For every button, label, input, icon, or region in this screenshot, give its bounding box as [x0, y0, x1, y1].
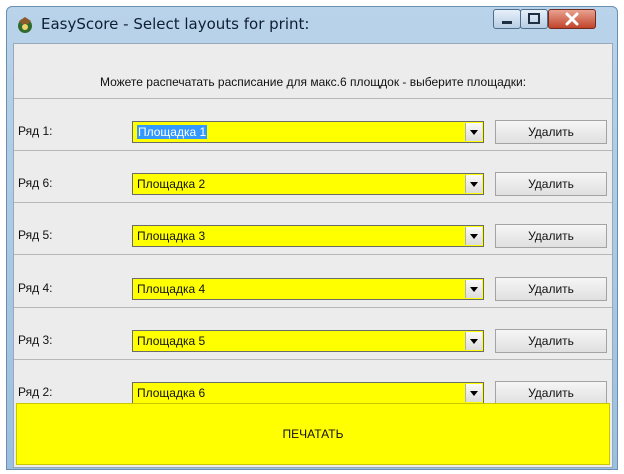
- easyscore-app-icon: [15, 15, 35, 35]
- row-6-delete-button[interactable]: Удалить: [495, 381, 607, 405]
- maximize-icon: [528, 13, 540, 24]
- divider: [14, 307, 612, 308]
- chevron-down-icon[interactable]: [465, 123, 482, 141]
- dialog-body: Можете распечатать расписание для макс.6…: [13, 43, 613, 468]
- divider: [14, 202, 612, 203]
- dialog-window: EasyScore - Select layouts for print: Мо…: [6, 6, 618, 470]
- row-label: Ряд 5:: [18, 228, 53, 242]
- title-bar[interactable]: EasyScore - Select layouts for print:: [7, 7, 617, 43]
- chevron-down-icon[interactable]: [465, 175, 482, 193]
- row-5-delete-button[interactable]: Удалить: [495, 329, 607, 353]
- window-title: EasyScore - Select layouts for print:: [41, 15, 310, 33]
- divider: [14, 98, 612, 99]
- minimize-button[interactable]: [493, 9, 521, 29]
- row-label: Ряд 2:: [18, 385, 53, 399]
- row-2-court-select[interactable]: Площадка 2: [132, 173, 484, 195]
- minimize-icon: [502, 21, 512, 24]
- chevron-down-icon[interactable]: [465, 384, 482, 402]
- row-label: Ряд 1:: [18, 124, 53, 138]
- row-1-court-select[interactable]: Площадка 1: [132, 121, 484, 143]
- row-4-court-select[interactable]: Площадка 4: [132, 278, 484, 300]
- row-6-court-value: Площадка 6: [137, 386, 206, 400]
- instruction-text: Можете распечатать расписание для макс.6…: [99, 75, 527, 89]
- row-3-court-select[interactable]: Площадка 3: [132, 225, 484, 247]
- row-5-court-select[interactable]: Площадка 5: [132, 330, 484, 352]
- row-5-court-value: Площадка 5: [137, 334, 206, 348]
- row-label: Ряд 3:: [18, 333, 53, 347]
- row-6-court-select[interactable]: Площадка 6: [132, 382, 484, 404]
- chevron-down-icon[interactable]: [465, 280, 482, 298]
- row-4-delete-button[interactable]: Удалить: [495, 277, 607, 301]
- row-4-court-value: Площадка 4: [137, 282, 206, 296]
- row-1-court-value: Площадка 1: [137, 125, 208, 139]
- row-label: Ряд 6:: [18, 176, 53, 190]
- row-2-delete-button[interactable]: Удалить: [495, 172, 607, 196]
- close-icon: [565, 12, 579, 26]
- row-1-delete-button[interactable]: Удалить: [495, 120, 607, 144]
- row-3-court-value: Площадка 3: [137, 229, 206, 243]
- row-3-delete-button[interactable]: Удалить: [495, 224, 607, 248]
- divider: [14, 254, 612, 255]
- divider: [14, 359, 612, 360]
- maximize-button[interactable]: [520, 9, 548, 29]
- print-button[interactable]: ПЕЧАТАТЬ: [16, 403, 610, 465]
- row-label: Ряд 4:: [18, 281, 53, 295]
- close-button[interactable]: [548, 9, 596, 29]
- divider: [14, 150, 612, 151]
- row-2-court-value: Площадка 2: [137, 177, 206, 191]
- chevron-down-icon[interactable]: [465, 332, 482, 350]
- chevron-down-icon[interactable]: [465, 227, 482, 245]
